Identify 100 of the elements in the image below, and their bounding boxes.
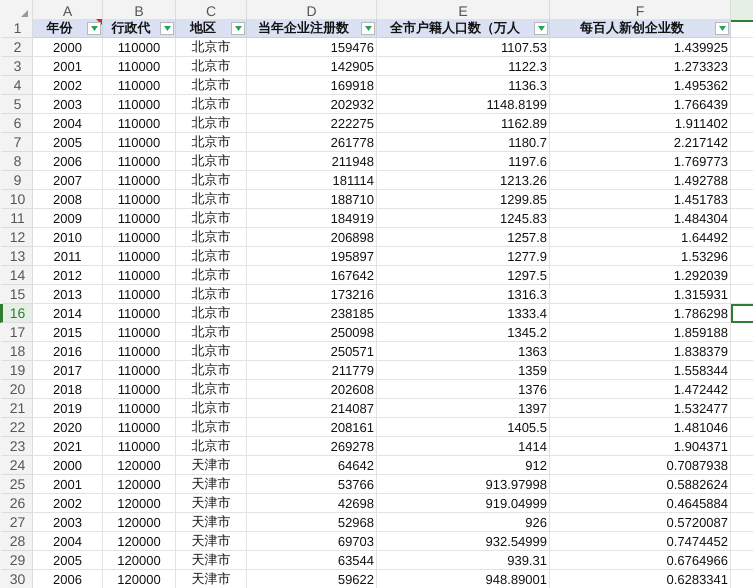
table-cell: 120000 bbox=[103, 551, 176, 570]
table-cell: 913.97998 bbox=[377, 475, 550, 494]
table-cell: 1333.4 bbox=[377, 304, 550, 323]
table-cell: 59622 bbox=[247, 570, 377, 588]
row-header[interactable]: 11 bbox=[0, 209, 33, 228]
table-cell: 1162.89 bbox=[377, 114, 550, 133]
table-cell: 2.217142 bbox=[550, 133, 731, 152]
table-cell: 110000 bbox=[103, 342, 176, 361]
table-cell: 2006 bbox=[33, 152, 103, 171]
table-cell: 北京市 bbox=[176, 152, 247, 171]
row-header[interactable]: 17 bbox=[0, 323, 33, 342]
row-header[interactable]: 29 bbox=[0, 551, 33, 570]
row-header[interactable]: 16 bbox=[0, 304, 33, 323]
row-header[interactable]: 6 bbox=[0, 114, 33, 133]
triangle-down-icon bbox=[234, 26, 242, 31]
filter-button[interactable] bbox=[160, 22, 174, 35]
table-cell: 天津市 bbox=[176, 570, 247, 588]
table-cell: 110000 bbox=[103, 114, 176, 133]
row-header[interactable]: 9 bbox=[0, 171, 33, 190]
table-cell: 0.5720087 bbox=[550, 513, 731, 532]
table-cell: 214087 bbox=[247, 399, 377, 418]
row-header[interactable]: 22 bbox=[0, 418, 33, 437]
table-cell: 110000 bbox=[103, 57, 176, 76]
table-cell: 1.904371 bbox=[550, 437, 731, 456]
table-cell: 1213.26 bbox=[377, 171, 550, 190]
row-header[interactable]: 3 bbox=[0, 57, 33, 76]
table-cell: 北京市 bbox=[176, 95, 247, 114]
table-cell: 120000 bbox=[103, 456, 176, 475]
table-cell: 142905 bbox=[247, 57, 377, 76]
table-cell: 1122.3 bbox=[377, 57, 550, 76]
row-header[interactable]: 5 bbox=[0, 95, 33, 114]
row-header[interactable]: 30 bbox=[0, 570, 33, 588]
table-cell: 1.439925 bbox=[550, 38, 731, 57]
table-cell: 1359 bbox=[377, 361, 550, 380]
row-header[interactable]: 8 bbox=[0, 152, 33, 171]
row-header[interactable]: 18 bbox=[0, 342, 33, 361]
row-header[interactable]: 13 bbox=[0, 247, 33, 266]
table-cell: 2008 bbox=[33, 190, 103, 209]
filter-button[interactable] bbox=[715, 22, 729, 35]
table-cell: 110000 bbox=[103, 38, 176, 57]
table-cell: 195897 bbox=[247, 247, 377, 266]
table-cell: 110000 bbox=[103, 171, 176, 190]
select-all-icon[interactable] bbox=[21, 10, 28, 17]
table-cell: 北京市 bbox=[176, 380, 247, 399]
table-cell: 1345.2 bbox=[377, 323, 550, 342]
row-header[interactable]: 12 bbox=[0, 228, 33, 247]
filter-button[interactable] bbox=[361, 22, 375, 35]
table-cell: 169918 bbox=[247, 76, 377, 95]
row-header[interactable]: 20 bbox=[0, 380, 33, 399]
row-header[interactable]: 15 bbox=[0, 285, 33, 304]
table-cell: 261778 bbox=[247, 133, 377, 152]
table-cell: 1.495362 bbox=[550, 76, 731, 95]
filter-button[interactable] bbox=[87, 22, 101, 35]
row-header[interactable]: 14 bbox=[0, 266, 33, 285]
row-header[interactable]: 2 bbox=[0, 38, 33, 57]
filter-button[interactable] bbox=[231, 22, 245, 35]
row-header[interactable]: 26 bbox=[0, 494, 33, 513]
table-cell: 110000 bbox=[103, 399, 176, 418]
table-cell: 1.481046 bbox=[550, 418, 731, 437]
table-cell: 202932 bbox=[247, 95, 377, 114]
row-header[interactable]: 27 bbox=[0, 513, 33, 532]
table-cell: 1.64492 bbox=[550, 228, 731, 247]
table-cell: 2004 bbox=[33, 532, 103, 551]
header-label: 行政代 bbox=[112, 20, 150, 37]
row-header[interactable]: 21 bbox=[0, 399, 33, 418]
triangle-down-icon bbox=[364, 26, 372, 31]
table-cell: 1136.3 bbox=[377, 76, 550, 95]
row-header[interactable]: 1 bbox=[0, 19, 33, 38]
table-cell: 222275 bbox=[247, 114, 377, 133]
row-header[interactable]: 24 bbox=[0, 456, 33, 475]
table-cell: 2010 bbox=[33, 228, 103, 247]
table-cell: 1.484304 bbox=[550, 209, 731, 228]
table-cell: 1257.8 bbox=[377, 228, 550, 247]
table-cell: 北京市 bbox=[176, 304, 247, 323]
row-header[interactable]: 19 bbox=[0, 361, 33, 380]
table-cell: 天津市 bbox=[176, 456, 247, 475]
table-cell: 1397 bbox=[377, 399, 550, 418]
row-header[interactable]: 7 bbox=[0, 133, 33, 152]
table-cell: 2002 bbox=[33, 494, 103, 513]
row-header[interactable]: 10 bbox=[0, 190, 33, 209]
table-cell: 北京市 bbox=[176, 361, 247, 380]
table-cell: 110000 bbox=[103, 380, 176, 399]
table-cell: 1.315931 bbox=[550, 285, 731, 304]
table-cell: 184919 bbox=[247, 209, 377, 228]
table-cell: 2012 bbox=[33, 266, 103, 285]
table-cell: 211948 bbox=[247, 152, 377, 171]
table-cell: 110000 bbox=[103, 209, 176, 228]
table-cell: 167642 bbox=[247, 266, 377, 285]
table-cell: 2005 bbox=[33, 133, 103, 152]
row-header[interactable]: 25 bbox=[0, 475, 33, 494]
table-cell: 0.7474452 bbox=[550, 532, 731, 551]
table-cell: 1148.8199 bbox=[377, 95, 550, 114]
table-cell: 1.273323 bbox=[550, 57, 731, 76]
table-cell: 110000 bbox=[103, 285, 176, 304]
table-cell: 2003 bbox=[33, 95, 103, 114]
row-header[interactable]: 23 bbox=[0, 437, 33, 456]
filter-button[interactable] bbox=[534, 22, 548, 35]
table-cell: 2004 bbox=[33, 114, 103, 133]
row-header[interactable]: 4 bbox=[0, 76, 33, 95]
row-header[interactable]: 28 bbox=[0, 532, 33, 551]
